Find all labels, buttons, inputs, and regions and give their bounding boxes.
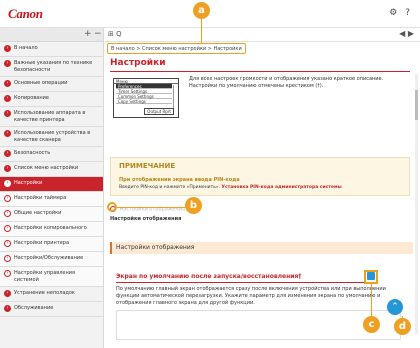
sidebar-item-label: Использование аппарата в качестве принте… — [14, 110, 86, 123]
sidebar-item-label: Использование устройства в качестве скан… — [14, 130, 91, 143]
expand-dot-icon[interactable]: › — [4, 165, 11, 172]
header-bar: Canon ⚙ ? — [0, 0, 420, 28]
device-screen-illustration: Меню Preferences Timer Settings Common S… — [113, 78, 179, 118]
sidebar-item[interactable]: › Копирование — [0, 92, 103, 107]
sidebar-item[interactable]: › Использование устройства в качестве ска… — [0, 127, 103, 147]
expand-dot-icon[interactable]: › — [4, 45, 11, 52]
sidebar-item[interactable]: › Обслуживание — [0, 302, 103, 317]
note-text-prefix: Введите PIN-код и нажмите «Применить». — [119, 185, 221, 190]
page-nav-arrows[interactable]: ◀ ▶ — [399, 29, 414, 38]
expand-dot-icon[interactable]: › — [4, 210, 11, 217]
sidebar: + − › В начало › Важные указания по технике… — [0, 28, 104, 348]
expand-dot-icon[interactable]: › — [4, 130, 11, 137]
sidebar-item[interactable]: › Использование аппарата в качестве принт… — [0, 107, 103, 127]
sidebar-item-label: Устранение неполадок — [14, 290, 75, 296]
note-link[interactable]: Установка PIN-кода администратора систем… — [222, 185, 342, 190]
section-header: Настройки отображения — [110, 242, 413, 254]
sidebar-item-label: Обслуживание — [14, 305, 54, 311]
gear-icon[interactable]: ⚙ — [389, 8, 397, 18]
expand-dot-icon[interactable]: › — [4, 95, 11, 102]
expand-dot-icon[interactable]: › — [4, 240, 11, 247]
expand-dot-icon[interactable]: › — [4, 270, 11, 277]
sidebar-item[interactable]: › Устранение неполадок — [0, 287, 103, 302]
callout-a: a — [193, 2, 210, 19]
sidebar-item-label: Безопасность — [14, 150, 51, 156]
intro-text: Для всех настроек громкости и отображени… — [189, 76, 384, 89]
sidebar-item-label: Настройки управления системой — [14, 270, 76, 283]
sidebar-item[interactable]: › Настройки таймера — [0, 192, 103, 207]
expand-dot-icon[interactable]: › — [4, 80, 11, 87]
callout-b: b — [185, 197, 202, 214]
sidebar-item-label: Копирование — [14, 95, 49, 101]
callout-b-ring — [107, 202, 117, 212]
expand-dot-icon[interactable]: › — [4, 195, 11, 202]
scrollbar-thumb[interactable] — [415, 90, 418, 120]
screen-row: Copy Settings — [116, 99, 172, 104]
sidebar-item-label: Список меню настройки — [14, 165, 79, 171]
page-title: Настройки — [110, 58, 166, 68]
screen-button: Output Rprt — [144, 108, 174, 115]
sidebar-toolbar: + − — [0, 28, 103, 42]
settings-anchor-link[interactable]: Настройки отображения — [110, 216, 181, 222]
note-subtitle: При отображении экрана ввода PIN-кода — [119, 177, 240, 183]
expand-dot-icon[interactable]: › — [4, 150, 11, 157]
sidebar-item-label: Основные операции — [14, 80, 68, 86]
toolbar-grid-search-icons[interactable]: ⊞ Q — [108, 30, 122, 38]
sidebar-item-label: В начало — [14, 45, 38, 51]
header-icons: ⚙ ? — [384, 8, 410, 18]
expand-dot-icon[interactable]: › — [4, 305, 11, 312]
sidebar-item-label: Важные указания по технике безопасности — [14, 60, 93, 73]
sidebar-item-label: Настройки — [14, 180, 43, 186]
canon-logo: Canon — [8, 6, 43, 21]
expand-dot-icon[interactable]: › — [4, 60, 11, 67]
sidebar-item[interactable]: › В начало — [0, 42, 103, 57]
expand-dot-icon[interactable]: › — [4, 110, 11, 117]
expand-dot-icon[interactable]: › — [4, 255, 11, 262]
sidebar-item[interactable]: › Настройки/Обслуживание — [0, 252, 103, 267]
sidebar-item-label: Общие настройки — [14, 210, 62, 216]
sidebar-item[interactable]: › Настройки принтера — [0, 237, 103, 252]
screen-scrollbar — [173, 85, 177, 109]
callout-d: d — [394, 318, 411, 335]
sidebar-item[interactable]: › Общие настройки — [0, 207, 103, 222]
sidebar-item[interactable]: › Настройки управления системой — [0, 267, 103, 287]
sidebar-item[interactable]: › Важные указания по технике безопасности — [0, 57, 103, 77]
back-to-top-button[interactable]: ⌃ — [387, 299, 403, 315]
sidebar-item-label: Настройки принтера — [14, 240, 70, 246]
collapse-all-button[interactable]: − — [94, 29, 102, 39]
note-box: ПРИМЕЧАНИЕ При отображении экрана ввода … — [110, 157, 410, 196]
help-icon[interactable]: ? — [405, 8, 410, 18]
title-divider — [110, 71, 410, 72]
callout-c-box — [364, 270, 378, 284]
expand-dot-icon[interactable]: › — [4, 225, 11, 232]
sidebar-item[interactable]: › Настройки копировального — [0, 222, 103, 237]
callout-c: c — [363, 316, 380, 333]
sidebar-item[interactable]: › Безопасность — [0, 147, 103, 162]
main-content: ⊞ Q ◀ ▶ В начало > Список меню настройки… — [105, 28, 420, 348]
expand-dot-icon[interactable]: › — [4, 180, 11, 187]
sidebar-item[interactable]: › Основные операции — [0, 77, 103, 92]
callout-c-line — [371, 284, 372, 316]
sidebar-item-label: Настройки/Обслуживание — [14, 255, 84, 261]
subsection-divider — [116, 282, 376, 283]
breadcrumb[interactable]: В начало > Список меню настройки > Настр… — [107, 43, 246, 54]
sidebar-item[interactable]: › Список меню настройки — [0, 162, 103, 177]
note-text: Введите PIN-код и нажмите «Применить». У… — [119, 185, 342, 190]
callout-a-line — [201, 19, 202, 43]
sidebar-item-label: Настройки копировального — [14, 225, 87, 231]
sidebar-item[interactable]: › Настройки — [0, 177, 103, 192]
sidebar-item-label: Настройки таймера — [14, 195, 67, 201]
expand-dot-icon[interactable]: › — [4, 290, 11, 297]
note-title: ПРИМЕЧАНИЕ — [119, 162, 176, 170]
settings-box — [116, 310, 401, 340]
sidebar-list: › В начало › Важные указания по технике без… — [0, 42, 103, 317]
content-toolbar: ⊞ Q ◀ ▶ — [105, 28, 420, 42]
subsection-title: Экран по умолчанию после запуска/восстан… — [116, 273, 302, 280]
expand-all-button[interactable]: + — [84, 29, 92, 39]
subsection-text: По умолчанию главный экран отображается … — [116, 286, 386, 306]
callout-b-line — [117, 207, 187, 208]
